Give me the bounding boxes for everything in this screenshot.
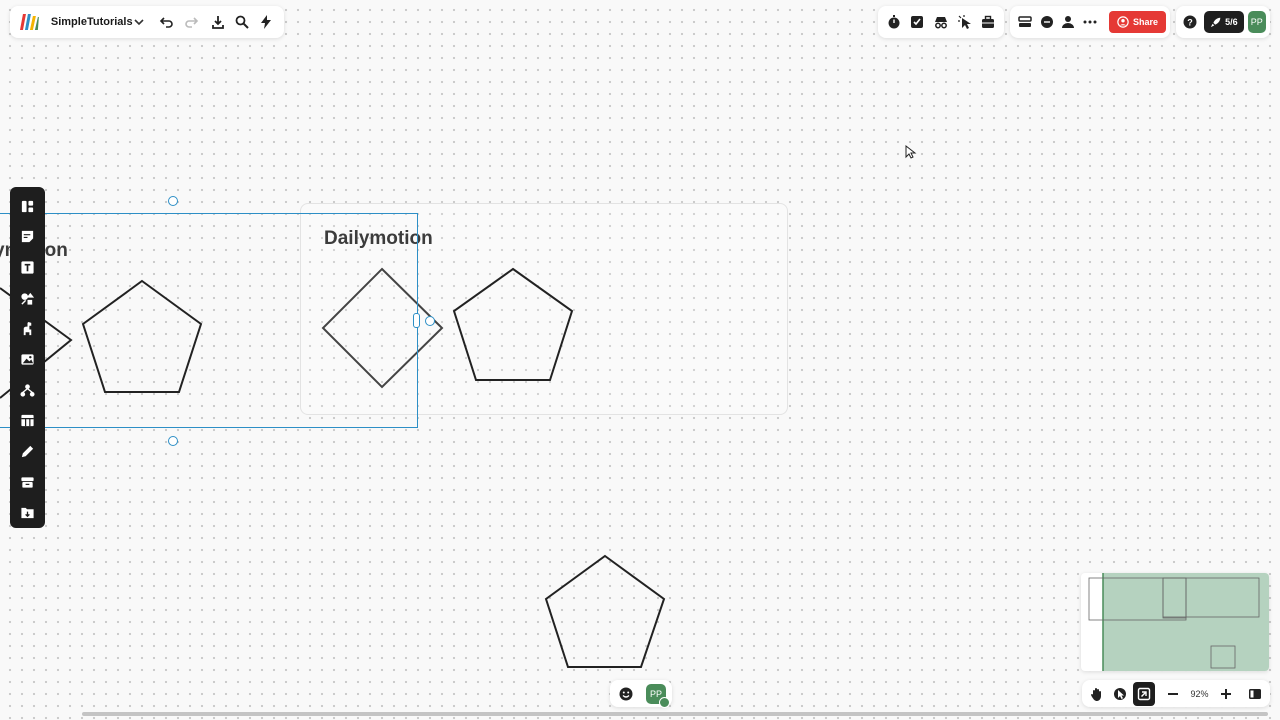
reactions-panel: PP	[610, 680, 672, 708]
undo-icon[interactable]	[155, 10, 179, 34]
status-icon	[659, 696, 670, 708]
chevron-down-icon[interactable]	[127, 10, 151, 34]
pentagon-shape-2[interactable]	[452, 267, 574, 381]
shapes-icon[interactable]	[14, 283, 42, 314]
credits-count: 5/6	[1225, 17, 1238, 27]
zoom-in-icon[interactable]	[1215, 682, 1237, 706]
user-panel: ? 5/6 PP	[1176, 6, 1270, 38]
map-icon[interactable]	[1133, 681, 1155, 706]
board-menu-panel: SimpleTutorials	[10, 6, 284, 38]
archive-icon[interactable]	[14, 467, 42, 498]
incognito-icon[interactable]	[929, 10, 953, 34]
minimap[interactable]	[1081, 573, 1269, 671]
emoji-icon[interactable]	[614, 682, 638, 706]
search-icon[interactable]	[230, 10, 254, 34]
timer-icon[interactable]	[882, 10, 906, 34]
sticky-note-icon[interactable]	[14, 222, 42, 253]
zoom-out-icon[interactable]	[1163, 682, 1185, 706]
more-icon[interactable]	[1079, 10, 1101, 34]
cursor-icon[interactable]	[1110, 682, 1132, 706]
collaboration-tools-panel	[878, 6, 1004, 38]
toolbox-icon[interactable]	[976, 10, 1000, 34]
hand-icon[interactable]	[1086, 682, 1108, 706]
panel-icon[interactable]	[1244, 682, 1266, 706]
mindmap-icon[interactable]	[14, 375, 42, 406]
svg-text:?: ?	[1187, 18, 1193, 28]
navigation-panel: 92%	[1082, 680, 1270, 707]
upgrade-button[interactable]: 5/6	[1204, 11, 1244, 33]
image-icon[interactable]	[14, 344, 42, 375]
miro-logo-icon[interactable]	[18, 11, 40, 33]
board-actions-panel: Share	[1010, 6, 1170, 38]
bottom-avatar[interactable]: PP	[646, 683, 670, 708]
upload-icon[interactable]	[14, 497, 42, 528]
pen-icon[interactable]	[14, 436, 42, 467]
share-person-icon	[1117, 16, 1129, 28]
table-icon[interactable]	[14, 405, 42, 436]
board-name[interactable]: SimpleTutorials	[51, 16, 133, 28]
horizontal-scrollbar[interactable]	[82, 712, 1268, 716]
share-button[interactable]: Share	[1109, 11, 1167, 33]
text-icon[interactable]	[14, 252, 42, 283]
side-handle-right[interactable]	[413, 313, 420, 328]
cursor-sparkle-icon[interactable]	[953, 10, 977, 34]
help-icon[interactable]: ?	[1180, 10, 1200, 34]
checkbox-icon[interactable]	[906, 10, 930, 34]
rocket-icon	[1210, 17, 1221, 28]
lightning-icon[interactable]	[254, 10, 278, 34]
download-icon[interactable]	[206, 10, 230, 34]
redo-icon[interactable]	[179, 10, 203, 34]
resize-handle-bottom[interactable]	[168, 436, 178, 446]
mouse-cursor-icon	[905, 144, 917, 159]
comment-icon[interactable]	[1036, 10, 1058, 34]
zoom-level[interactable]: 92%	[1186, 689, 1213, 699]
rotate-handle-top[interactable]	[168, 196, 178, 206]
avatar[interactable]: PP	[1247, 11, 1266, 33]
templates-icon[interactable]	[14, 191, 42, 222]
minimap-canvas	[1088, 573, 1269, 671]
creation-toolbar	[10, 187, 45, 528]
layout-icon[interactable]	[1014, 10, 1036, 34]
person-icon[interactable]	[1058, 10, 1080, 34]
bottom-avatar-initials: PP	[649, 688, 662, 699]
pentagon-shape-3[interactable]	[544, 554, 666, 668]
resize-handle-right[interactable]	[425, 316, 435, 326]
selection-box[interactable]	[0, 213, 418, 428]
llama-icon[interactable]	[14, 314, 42, 345]
share-label: Share	[1133, 17, 1159, 27]
